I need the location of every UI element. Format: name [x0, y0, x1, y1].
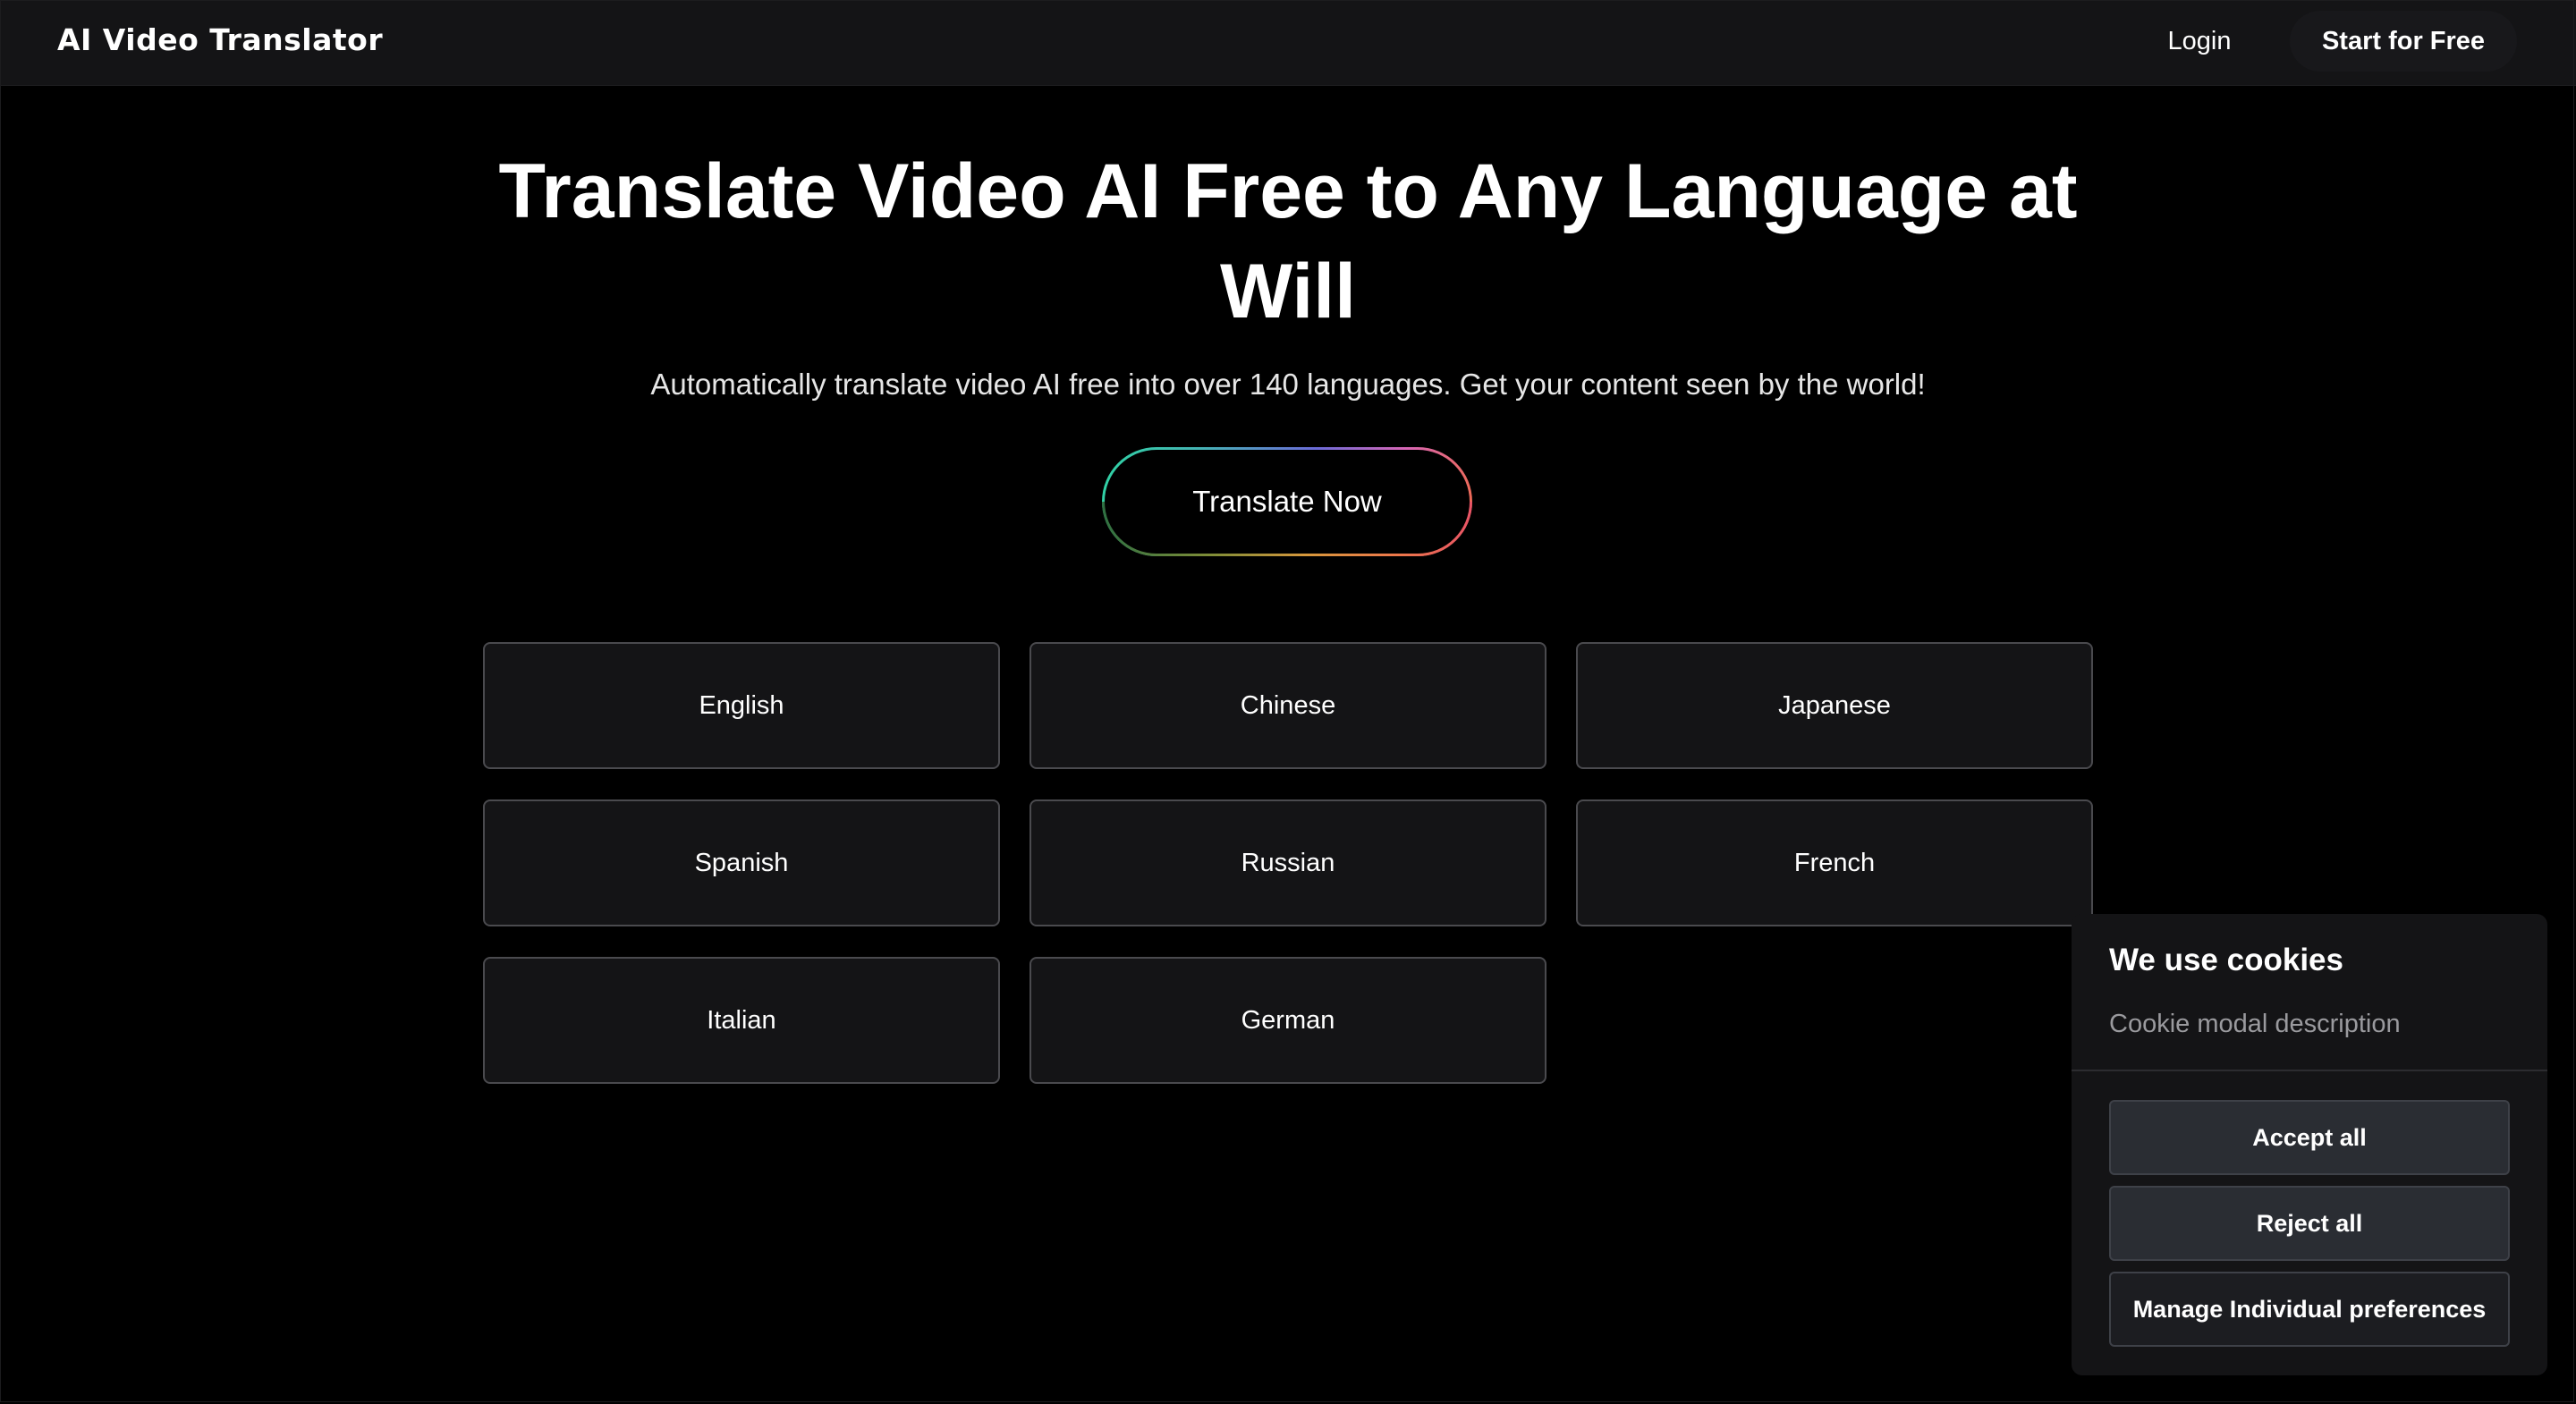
translate-now-label: Translate Now [1105, 450, 1470, 554]
accept-all-button[interactable]: Accept all [2109, 1100, 2510, 1175]
language-option-japanese[interactable]: Japanese [1576, 642, 2093, 769]
hero-title: Translate Video AI Free to Any Language … [498, 148, 2078, 334]
cookie-modal-divider [2072, 1070, 2547, 1071]
top-navigation-bar: AI Video Translator Login Start for Free [0, 0, 2576, 86]
cookie-consent-modal: We use cookies Cookie modal description … [2072, 914, 2547, 1375]
hero-subtitle: Automatically translate video AI free in… [650, 368, 1926, 401]
translate-now-button[interactable]: Translate Now [1102, 447, 1472, 556]
language-option-italian[interactable]: Italian [483, 957, 1000, 1084]
language-option-spanish[interactable]: Spanish [483, 799, 1000, 926]
language-option-russian[interactable]: Russian [1030, 799, 1546, 926]
site-logo[interactable]: AI Video Translator [57, 20, 383, 61]
language-option-german[interactable]: German [1030, 957, 1546, 1084]
reject-all-button[interactable]: Reject all [2109, 1186, 2510, 1261]
language-option-french[interactable]: French [1576, 799, 2093, 926]
language-option-chinese[interactable]: Chinese [1030, 642, 1546, 769]
language-option-english[interactable]: English [483, 642, 1000, 769]
cookie-modal-title: We use cookies [2109, 943, 2343, 977]
login-link[interactable]: Login [2147, 18, 2252, 64]
cookie-modal-description: Cookie modal description [2109, 1010, 2401, 1038]
start-for-free-button[interactable]: Start for Free [2290, 11, 2517, 72]
manage-preferences-button[interactable]: Manage Individual preferences [2109, 1272, 2510, 1347]
